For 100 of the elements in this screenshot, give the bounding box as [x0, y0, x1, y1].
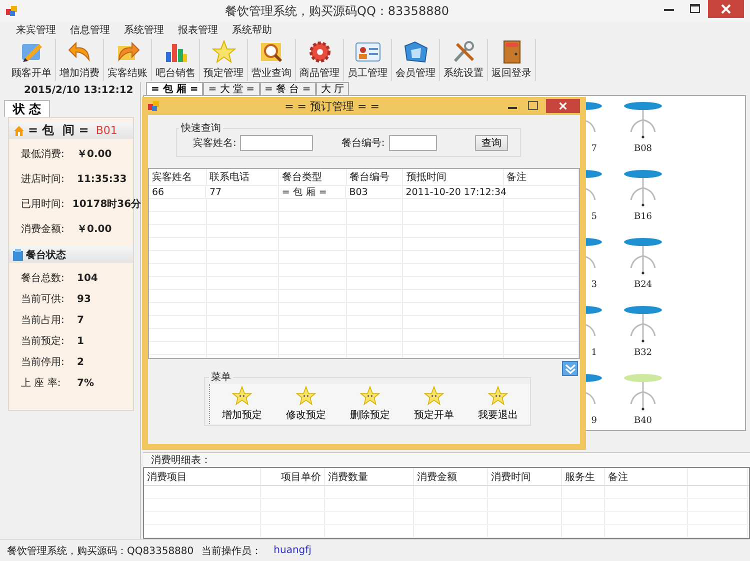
star-icon [359, 386, 381, 406]
input-field[interactable] [388, 135, 437, 151]
stat-value: 1 [77, 336, 84, 346]
table-code: B24 [634, 280, 652, 290]
toolbar-button[interactable]: 商品管理 [296, 39, 344, 81]
action-button[interactable]: 修改预定 [274, 384, 338, 424]
menu-item[interactable]: 来宾管理 [12, 23, 66, 37]
field-label: 最低消费: [21, 148, 66, 161]
close-button[interactable] [708, 0, 744, 18]
toolbar-button[interactable]: 宾客结账 [104, 39, 152, 81]
menu-item[interactable]: 系统管理 [120, 23, 174, 37]
toolbar-button[interactable]: 增加消费 [56, 39, 104, 81]
table-cell: 2011-10-20 17:12:34 [406, 186, 507, 198]
table-code: 1 [591, 348, 598, 358]
toolbar-button[interactable]: 系统设置 [440, 39, 488, 81]
action-button[interactable]: 删除预定 [338, 384, 402, 424]
menu-item[interactable]: 系统帮助 [228, 23, 282, 37]
app-icon [148, 100, 160, 112]
table-code: 3 [591, 280, 598, 290]
curved-arrow-icon [66, 40, 92, 64]
star-icon [423, 386, 445, 406]
room-tab[interactable]: = 包 厢 = [146, 82, 204, 95]
table-cell: B03 [349, 186, 368, 198]
column-header: 消费数量 [328, 470, 368, 484]
field-label: 已用时间: [21, 198, 64, 211]
stat-value: 2 [77, 356, 84, 368]
stat-label: 当前可供: [21, 292, 66, 306]
table-code: B40 [634, 416, 652, 426]
action-button[interactable]: 增加预定 [210, 384, 274, 424]
settings-icon [306, 40, 332, 64]
column-header: 消费时间 [491, 470, 531, 484]
column-header: 消费金额 [417, 470, 457, 484]
column-header: 餐台类型 [282, 170, 322, 184]
room-tab[interactable]: = 餐 台 = [260, 82, 316, 95]
toolbar-button[interactable]: 员工管理 [344, 39, 392, 81]
column-header: 宾客姓名 [152, 170, 192, 184]
field-label: 进店时间: [21, 172, 66, 186]
action-button[interactable]: 我要退出 [466, 384, 530, 424]
star-icon [487, 386, 509, 406]
field-value: 10178时36分 [72, 198, 142, 211]
search-button[interactable]: 查询 [474, 135, 508, 151]
toolbar-button[interactable]: 返回登录 [488, 39, 536, 81]
close-button[interactable] [546, 99, 580, 113]
menu-item[interactable]: 报表管理 [174, 23, 228, 37]
room-tab[interactable]: = 大 堂 = [203, 82, 260, 95]
stat-label: 上 座 率: [21, 376, 62, 390]
column-header: 项目单价 [281, 470, 321, 484]
table-code: B16 [634, 212, 652, 222]
operator-name: huangfj [274, 545, 312, 556]
star-icon [231, 386, 253, 406]
table-code: 5 [591, 212, 598, 222]
stat-label: 当前停用: [21, 356, 66, 369]
action-button[interactable]: 预定开单 [402, 384, 466, 424]
group-title: 快速查询 [180, 122, 222, 135]
table-cell: 77 [209, 186, 222, 198]
id-card-icon [354, 40, 380, 64]
status-text: 餐饮管理系统，购买源码：QQ83358880 [7, 544, 194, 558]
star-icon [295, 386, 317, 406]
stat-value: 7 [77, 314, 84, 326]
dialog-title: = = 预订管理 = = [284, 98, 380, 114]
room-tab[interactable]: 大 厅 [316, 82, 349, 95]
collapse-button[interactable] [562, 361, 578, 376]
column-header: 服务生 [565, 470, 595, 484]
toolbar-button[interactable]: 吧台销售 [152, 39, 200, 81]
table-status-icon [13, 248, 23, 260]
table-code: 9 [591, 416, 598, 426]
table-code: B08 [634, 144, 652, 154]
toolbar-button[interactable]: 预定管理 [200, 39, 248, 81]
toolbar-button[interactable]: 营业查询 [248, 39, 296, 81]
app-icon [6, 5, 18, 17]
search-icon [258, 40, 284, 64]
details-title: 消费明细表： [143, 452, 750, 467]
field-label: 消费金额: [21, 222, 66, 236]
double-chevron-icon [564, 364, 576, 374]
input-field[interactable] [240, 135, 314, 151]
table-cell: = 包 厢 = [282, 186, 327, 198]
room-code: B01 [96, 124, 118, 137]
table-code: 7 [591, 144, 598, 154]
date-time: 2015/2/10 13:12:12 [23, 84, 134, 98]
toolbar-button[interactable]: 会员管理 [392, 39, 440, 81]
stat-value: 7% [77, 378, 94, 388]
column-header: 联系电话 [210, 170, 250, 184]
status-tab[interactable]: 状 态 [4, 100, 50, 117]
field-value: 11:35:33 [77, 174, 127, 184]
column-header: 备注 [506, 170, 527, 184]
toolbar-button[interactable]: 顾客开单 [8, 39, 56, 81]
window-title: 餐饮管理系统，购买源码QQ：83358880 [224, 2, 450, 20]
stat-value: 104 [77, 272, 98, 284]
field-label: 餐台编号: [341, 136, 385, 150]
group-title: 菜单 [210, 370, 232, 384]
house-icon [13, 124, 25, 136]
column-header: 餐台编号 [350, 170, 390, 184]
field-label: 宾客姓名: [193, 136, 236, 150]
star-icon [210, 40, 236, 64]
stat-label: 当前占用: [21, 314, 66, 327]
field-value: ￥0.00 [77, 223, 112, 236]
field-value: ￥0.00 [77, 148, 112, 161]
table-code: B32 [634, 348, 652, 358]
menu-item[interactable]: 信息管理 [66, 23, 120, 37]
stat-value: 93 [77, 294, 91, 304]
